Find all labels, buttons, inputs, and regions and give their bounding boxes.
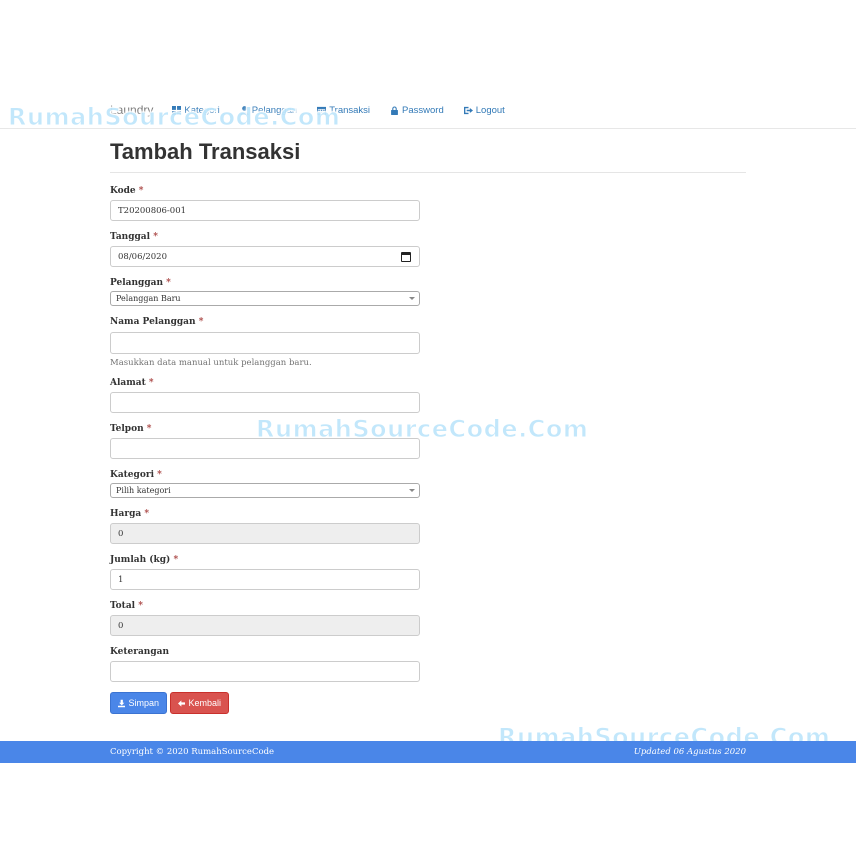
save-button[interactable]: Simpan xyxy=(110,692,167,714)
pelanggan-select[interactable]: Pelanggan Baru xyxy=(110,291,420,306)
navbar: Laundry Kategori Pelanggan Transaksi Pas… xyxy=(0,92,856,129)
grid-icon xyxy=(172,105,182,115)
nav-item-label: Logout xyxy=(475,104,505,116)
download-icon xyxy=(118,699,126,707)
updated-text: Updated 06 Agustus 2020 xyxy=(633,747,746,757)
kategori-label: Kategori * xyxy=(110,470,162,480)
title-divider xyxy=(110,172,746,173)
lock-icon xyxy=(391,105,398,115)
jumlah-label: Jumlah (kg) * xyxy=(110,555,179,565)
calendar-icon xyxy=(317,106,327,115)
user-icon xyxy=(240,105,249,115)
nav-menu: Laundry Kategori Pelanggan Transaksi Pas… xyxy=(110,92,525,128)
nav-item-transaksi[interactable]: Transaksi xyxy=(317,105,370,116)
save-button-label: Simpan xyxy=(128,698,159,708)
kategori-selected: Pilih kategori xyxy=(116,486,171,495)
nav-item-password[interactable]: Password xyxy=(390,105,444,116)
pelanggan-group: Pelanggan * Pelanggan Baru xyxy=(110,276,420,315)
nama-help-text: Masukkan data manual untuk pelanggan bar… xyxy=(110,358,312,368)
tanggal-value: 08/06/2020 xyxy=(118,252,167,262)
keterangan-group: Keterangan xyxy=(110,645,420,691)
total-label: Total * xyxy=(110,601,143,611)
kode-label: Kode * xyxy=(110,186,144,196)
nama-pelanggan-input[interactable] xyxy=(110,332,420,354)
nav-item-label: Pelanggan xyxy=(251,104,298,116)
kategori-select[interactable]: Pilih kategori xyxy=(110,483,420,498)
nama-label: Nama Pelanggan * xyxy=(110,317,204,327)
total-input: 0 xyxy=(110,615,420,636)
total-group: Total * 0 xyxy=(110,599,420,645)
nav-item-label: Kategori xyxy=(184,104,220,116)
kategori-group: Kategori * Pilih kategori xyxy=(110,468,420,507)
kode-group: Kode * T20200806-001 xyxy=(110,184,420,230)
nama-group: Nama Pelanggan * Masukkan data manual un… xyxy=(110,315,420,376)
footer: Copyright © 2020 RumahSourceCode Updated… xyxy=(0,741,856,763)
alamat-input[interactable] xyxy=(110,392,420,413)
nav-item-kategori[interactable]: Kategori xyxy=(172,104,220,116)
arrow-left-icon xyxy=(178,699,186,707)
copyright-text: Copyright © 2020 RumahSourceCode xyxy=(110,747,275,757)
jumlah-input[interactable]: 1 xyxy=(110,569,420,590)
harga-input: 0 xyxy=(110,523,420,544)
brand-link[interactable]: Laundry xyxy=(110,103,153,117)
jumlah-group: Jumlah (kg) * 1 xyxy=(110,553,420,599)
tanggal-group: Tanggal * 08/06/2020 xyxy=(110,230,420,276)
back-button-label: Kembali xyxy=(188,698,221,708)
tanggal-label: Tanggal * xyxy=(110,232,158,242)
back-button[interactable]: Kembali xyxy=(170,692,229,714)
alamat-group: Alamat * xyxy=(110,376,420,422)
nav-item-label: Password xyxy=(402,104,444,116)
nav-item-pelanggan[interactable]: Pelanggan xyxy=(240,105,297,116)
keterangan-input[interactable] xyxy=(110,661,420,682)
telpon-label: Telpon * xyxy=(110,424,152,434)
harga-label: Harga * xyxy=(110,509,150,519)
nav-item-logout[interactable]: Logout xyxy=(463,104,505,116)
chevron-down-icon xyxy=(409,489,415,492)
kode-input[interactable]: T20200806-001 xyxy=(110,200,420,221)
page-title: Tambah Transaksi xyxy=(110,139,301,164)
alamat-label: Alamat * xyxy=(110,378,154,388)
tanggal-input[interactable]: 08/06/2020 xyxy=(110,246,420,267)
keterangan-label: Keterangan xyxy=(110,647,170,657)
telpon-group: Telpon * xyxy=(110,422,420,468)
nav-item-label: Transaksi xyxy=(329,104,371,116)
pelanggan-label: Pelanggan * xyxy=(110,278,171,288)
chevron-down-icon xyxy=(409,297,415,300)
telpon-input[interactable] xyxy=(110,438,420,459)
transaction-form: Kode * T20200806-001 Tanggal * 08/06/202… xyxy=(110,184,420,691)
logout-icon xyxy=(463,106,473,114)
form-actions: Simpan Kembali xyxy=(110,692,229,714)
calendar-picker-icon[interactable] xyxy=(401,252,411,262)
pelanggan-selected: Pelanggan Baru xyxy=(116,294,181,303)
harga-group: Harga * 0 xyxy=(110,507,420,553)
